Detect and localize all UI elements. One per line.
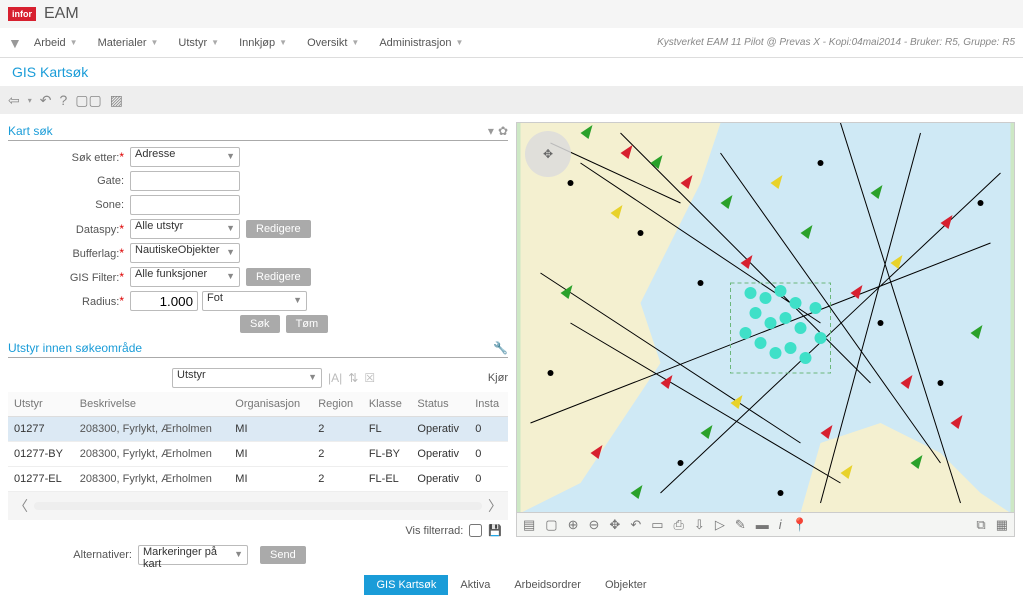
col-region[interactable]: Region [312,392,363,417]
sok-etter-select[interactable]: Adresse▼ [130,147,240,167]
zoom-out-icon[interactable]: ⊖ [589,517,600,533]
col-organisasjon[interactable]: Organisasjon [229,392,312,417]
menu-arbeid[interactable]: Arbeid▼ [34,37,78,49]
clear-icon[interactable]: ☒ [364,371,375,385]
dataspy-label: Dataspy:* [12,222,130,236]
copy-icon[interactable]: ⧉ [976,517,985,533]
gate-field[interactable] [130,171,240,191]
result-type-select[interactable]: Utstyr▼ [172,368,322,388]
back-icon[interactable]: ⇦ [8,92,20,109]
app-title: EAM [44,5,79,23]
scroll-right-icon[interactable]: 〉 [488,496,502,516]
marker-icon[interactable]: 📍 [792,517,808,533]
layers-icon[interactable]: ▤ [523,517,535,533]
col-utstyr[interactable]: Utstyr [8,392,74,417]
tab-objekter[interactable]: Objekter [593,575,659,595]
gisfilter-redigere-button[interactable]: Redigere [246,268,311,286]
logo: infor [8,7,36,21]
filter-row-label: Vis filterrad: [405,525,463,537]
tab-gis-kartsok[interactable]: GIS Kartsøk [364,575,448,595]
radius-label: Radius:* [12,294,130,308]
col-klasse[interactable]: Klasse [363,392,412,417]
page-title: GIS Kartsøk [0,58,1023,86]
radius-unit-select[interactable]: Fot▼ [202,291,307,311]
save-icon[interactable]: 💾 [488,524,502,537]
table-row[interactable]: 01277-BY 208300, Fyrlykt, Ærholmen MI 2 … [8,442,508,467]
hscroll[interactable]: 〈 〉 [8,492,508,520]
book-icon[interactable]: ▢▢ [75,92,101,109]
map-panel[interactable]: ✥ ▤ ▢ ⊕ ⊖ ✥ ↶ ▭ ⎙ ⇩ ▷ ✎ ▬ i 📍 ⧉ ▦ [516,122,1015,537]
menubar: ▼ Arbeid▼ Materialer▼ Utstyr▼ Innkjøp▼ O… [0,28,1023,58]
kjor-button[interactable]: Kjør [488,372,508,384]
gear-icon[interactable]: ✿ [498,124,508,138]
undo-icon[interactable]: ↶ [40,92,52,109]
zoom-extent-icon[interactable]: ▢ [545,517,557,533]
zoom-in-icon[interactable]: ⊕ [568,517,579,533]
text-icon[interactable]: |A| [328,371,342,385]
wrench-icon[interactable]: 🔧 [493,341,508,355]
map-nav-compass[interactable]: ✥ [525,131,571,177]
sone-label: Sone: [12,199,130,211]
menu-materialer[interactable]: Materialer▼ [98,37,159,49]
table-row[interactable]: 01277-EL 208300, Fyrlykt, Ærholmen MI 2 … [8,467,508,492]
col-insta[interactable]: Insta [469,392,508,417]
menu-administrasjon[interactable]: Administrasjon▼ [379,37,463,49]
context-info: Kystverket EAM 11 Pilot @ Prevas X - Kop… [657,37,1015,48]
result-title: Utstyr innen søkeområde [8,339,142,357]
radius-field[interactable] [130,291,198,311]
pan-icon[interactable]: ✥ [609,517,620,533]
dataspy-redigere-button[interactable]: Redigere [246,220,311,238]
help-icon[interactable]: ? [59,92,67,108]
pencil-icon[interactable]: ✎ [735,517,746,533]
gisfilter-label: GIS Filter:* [12,270,130,284]
measure-icon[interactable]: ▭ [651,517,663,533]
tab-arbeidsordrer[interactable]: Arbeidsordrer [502,575,593,595]
kart-sok-title: Kart søk [8,122,53,140]
map-canvas[interactable] [517,123,1014,513]
tab-aktiva[interactable]: Aktiva [448,575,502,595]
pointer-icon[interactable]: ▷ [715,517,725,533]
page-toolbar: ⇦▾ ↶ ? ▢▢ ▨ [0,86,1023,114]
collapse-icon[interactable]: ▾ [488,124,494,138]
menu-innkjop[interactable]: Innkjøp▼ [239,37,287,49]
alternativer-label: Alternativer: [14,549,132,561]
sone-field[interactable] [130,195,240,215]
gate-label: Gate: [12,175,130,187]
image-icon[interactable]: ▬ [756,517,769,532]
menu-oversikt[interactable]: Oversikt▼ [307,37,359,49]
crossbox-icon[interactable]: ▨ [110,92,123,109]
print-icon[interactable]: ⎙ [674,517,684,533]
sort-icon[interactable]: ⇅ [348,371,358,385]
download-icon[interactable]: ⇩ [694,517,705,533]
bottom-tabs: GIS Kartsøk Aktiva Arbeidsordrer Objekte… [0,569,1023,601]
dataspy-select[interactable]: Alle utstyr▼ [130,219,240,239]
gisfilter-select[interactable]: Alle funksjoner▼ [130,267,240,287]
grid-icon[interactable]: ▦ [996,517,1008,533]
map-toolbar: ▤ ▢ ⊕ ⊖ ✥ ↶ ▭ ⎙ ⇩ ▷ ✎ ▬ i 📍 ⧉ ▦ [517,512,1014,536]
tom-button[interactable]: Tøm [286,315,329,333]
send-button[interactable]: Send [260,546,306,564]
alternativer-select[interactable]: Markeringer på kart▼ [138,545,248,565]
results-table: Utstyr Beskrivelse Organisasjon Region K… [8,392,508,492]
col-beskrivelse[interactable]: Beskrivelse [74,392,230,417]
menu-collapse-icon[interactable]: ▼ [8,35,22,51]
bufferlag-select[interactable]: NautiskeObjekter▼ [130,243,240,263]
bufferlag-label: Bufferlag:* [12,246,130,260]
filter-row-checkbox[interactable] [469,524,482,537]
sok-button[interactable]: Søk [240,315,280,333]
table-row[interactable]: 01277 208300, Fyrlykt, Ærholmen MI 2 FL … [8,417,508,442]
scroll-left-icon[interactable]: 〈 [14,496,28,516]
menu-utstyr[interactable]: Utstyr▼ [178,37,219,49]
col-status[interactable]: Status [411,392,469,417]
sok-etter-label: Søk etter:* [12,150,130,164]
back-map-icon[interactable]: ↶ [630,517,641,533]
info-icon[interactable]: i [779,517,782,532]
